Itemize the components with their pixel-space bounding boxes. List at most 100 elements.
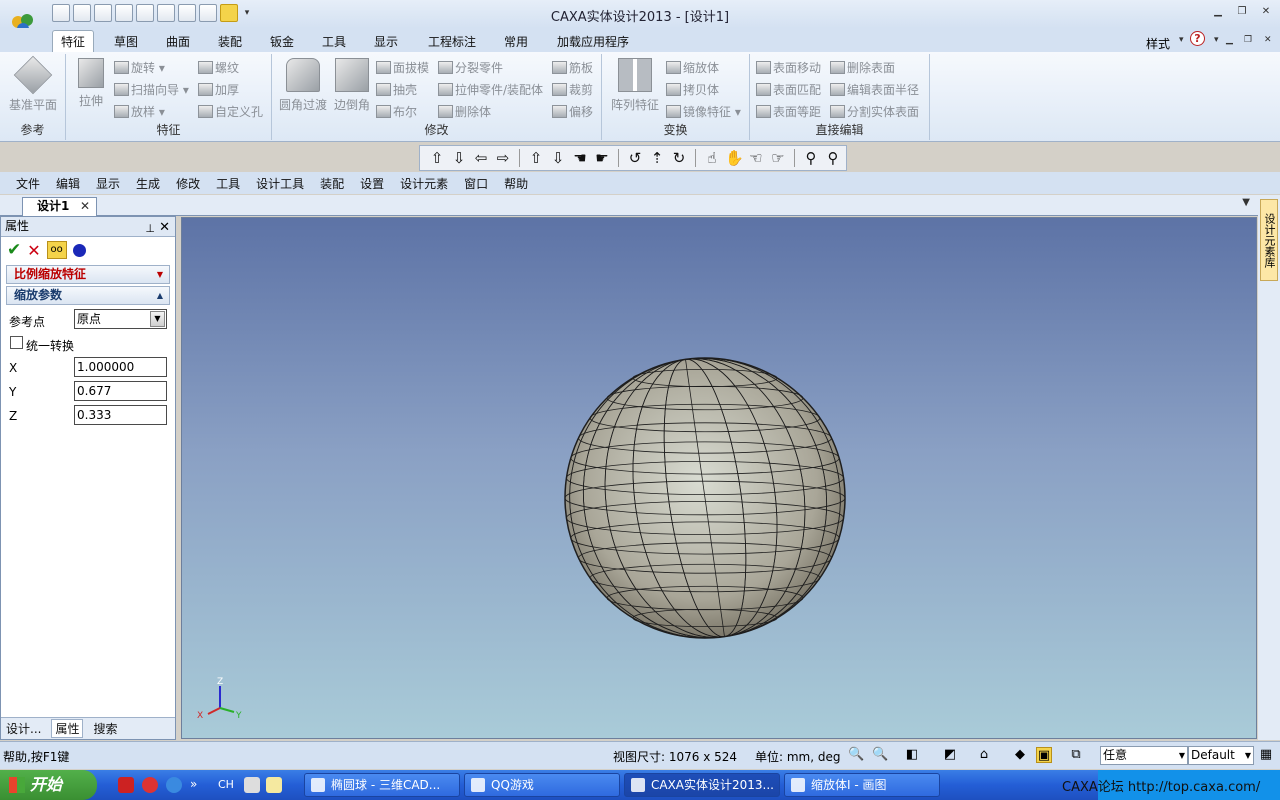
uniform-checkbox[interactable] bbox=[10, 336, 23, 349]
tab-properties[interactable]: 属性 bbox=[51, 719, 84, 738]
close-tab-icon[interactable]: ✕ bbox=[80, 198, 90, 215]
display-option-icon[interactable]: ⧉ bbox=[1068, 747, 1084, 763]
edit-radius-button[interactable]: 编辑表面半径 bbox=[830, 81, 919, 99]
style-dropdown-icon[interactable]: ▾ bbox=[1179, 35, 1184, 45]
hand-right-icon[interactable]: ☛ bbox=[593, 149, 611, 167]
thread-button[interactable]: 螺纹 bbox=[198, 59, 239, 77]
drag-hand-icon[interactable]: ☜ bbox=[747, 149, 765, 167]
rotate-ccw-icon[interactable]: ↺ bbox=[626, 149, 644, 167]
3d-viewport[interactable]: Z X Y bbox=[181, 217, 1257, 739]
grid-icon[interactable]: ▦ bbox=[1258, 747, 1274, 763]
collapse-icon[interactable]: ▼ bbox=[157, 266, 163, 283]
zoom-icon[interactable]: 🔍 bbox=[848, 747, 864, 763]
render-mode-icon[interactable]: ◩ bbox=[942, 747, 958, 763]
sweep-button[interactable]: 扫描向导 ▾ bbox=[114, 81, 189, 99]
offset-face-button[interactable]: 表面等距 bbox=[756, 103, 821, 121]
x-scale-input[interactable]: 1.000000 bbox=[74, 357, 167, 377]
quicklaunch-browser-icon[interactable] bbox=[142, 777, 158, 793]
rib-button[interactable]: 筋板 bbox=[552, 59, 593, 77]
document-tab[interactable]: 设计1 ✕ bbox=[22, 197, 97, 216]
tab-display[interactable]: 显示 bbox=[374, 33, 398, 50]
doc-restore-button[interactable]: ❐ bbox=[1244, 35, 1252, 45]
more-chevron-icon[interactable]: » bbox=[190, 777, 200, 793]
menu-generate[interactable]: 生成 bbox=[136, 175, 160, 192]
minimize-button[interactable]: ▁ bbox=[1211, 6, 1225, 19]
pointer-hand-icon[interactable]: ☝ bbox=[703, 149, 721, 167]
shading-icon[interactable]: ▣ bbox=[1036, 747, 1052, 763]
filter-alt-icon[interactable]: ⚲ bbox=[824, 149, 842, 167]
filter-icon[interactable]: ⚲ bbox=[802, 149, 820, 167]
extrude-button[interactable]: 拉伸 bbox=[74, 58, 108, 109]
arrow-down-icon[interactable]: ⇩ bbox=[450, 149, 468, 167]
wireframe-sphere[interactable] bbox=[563, 356, 847, 640]
params-section-header[interactable]: 缩放参数 ▲ bbox=[6, 286, 170, 305]
tab-search[interactable]: 搜索 bbox=[93, 720, 117, 737]
pattern-feature-button[interactable]: 阵列特征 bbox=[608, 58, 662, 113]
menu-window[interactable]: 窗口 bbox=[464, 175, 488, 192]
datum-plane-button[interactable]: 基准平面 bbox=[4, 55, 62, 113]
draft-button[interactable]: 面拔模 bbox=[376, 59, 429, 77]
arrow-up-icon[interactable]: ⇧ bbox=[428, 149, 446, 167]
loft-button[interactable]: 放样 ▾ bbox=[114, 103, 165, 121]
start-button[interactable]: 开始 bbox=[0, 770, 97, 800]
arrow-right-icon[interactable]: ⇨ bbox=[494, 149, 512, 167]
taskbar-item-active[interactable]: CAXA实体设计2013... bbox=[624, 773, 780, 797]
fillet-button[interactable]: 圆角过渡 bbox=[278, 58, 328, 113]
boolean-button[interactable]: 布尔 bbox=[376, 103, 417, 121]
rotate-up-icon[interactable]: ⇡ bbox=[648, 149, 666, 167]
preview-glasses-icon[interactable]: oo bbox=[46, 241, 67, 259]
pinch-hand-icon[interactable]: ☞ bbox=[769, 149, 787, 167]
delete-face-button[interactable]: 删除表面 bbox=[830, 59, 895, 77]
scheme-select[interactable]: Default ▼ bbox=[1188, 746, 1254, 765]
menu-display[interactable]: 显示 bbox=[96, 175, 120, 192]
tab-addins[interactable]: 加载应用程序 bbox=[557, 33, 629, 50]
tab-list-dropdown-icon[interactable]: ▼ bbox=[1242, 197, 1250, 208]
menu-design-elements[interactable]: 设计元素 bbox=[400, 175, 448, 192]
move-up-icon[interactable]: ⇧ bbox=[527, 149, 545, 167]
menu-design-tools[interactable]: 设计工具 bbox=[256, 175, 304, 192]
menu-tools[interactable]: 工具 bbox=[216, 175, 240, 192]
tab-sketch[interactable]: 草图 bbox=[114, 33, 138, 50]
collapse-up-icon[interactable]: ▲ bbox=[157, 287, 163, 304]
tab-sheet-metal[interactable]: 钣金 bbox=[270, 33, 294, 50]
ie-icon[interactable] bbox=[166, 777, 182, 793]
design-element-library-tab[interactable]: 设计元素库 bbox=[1260, 199, 1278, 281]
doc-minimize-button[interactable]: ▁ bbox=[1226, 35, 1233, 45]
revolve-button[interactable]: 旋转 ▾ bbox=[114, 59, 165, 77]
tab-common[interactable]: 常用 bbox=[504, 33, 528, 50]
ime-help-icon[interactable] bbox=[266, 777, 282, 793]
move-face-button[interactable]: 表面移动 bbox=[756, 59, 821, 77]
style-menu[interactable]: 样式 bbox=[1146, 35, 1170, 52]
mirror-feature-button[interactable]: 镜像特征 ▾ bbox=[666, 103, 741, 121]
chamfer-button[interactable]: 边倒角 bbox=[330, 58, 374, 113]
tab-design-tree[interactable]: 设计... bbox=[6, 720, 41, 737]
tab-annotation[interactable]: 工程标注 bbox=[428, 33, 476, 50]
tab-surface[interactable]: 曲面 bbox=[166, 33, 190, 50]
delete-body-button[interactable]: 删除体 bbox=[438, 103, 491, 121]
feature-title-bar[interactable]: 比例缩放特征 ▼ bbox=[6, 265, 170, 284]
grab-hand-icon[interactable]: ✋ bbox=[725, 149, 744, 167]
restore-button[interactable]: ❐ bbox=[1235, 6, 1249, 19]
menu-assembly[interactable]: 装配 bbox=[320, 175, 344, 192]
ime-indicator[interactable]: CH bbox=[218, 778, 234, 791]
ref-point-select[interactable]: 原点 ▼ bbox=[74, 309, 167, 329]
camera-icon[interactable]: ⌂ bbox=[976, 747, 992, 763]
taskbar-item[interactable]: QQ游戏 bbox=[464, 773, 620, 797]
close-button[interactable]: ✕ bbox=[1259, 6, 1273, 19]
taskbar-item[interactable]: 椭圆球 - 三维CAD... bbox=[304, 773, 460, 797]
split-solid-face-button[interactable]: 分割实体表面 bbox=[830, 103, 919, 121]
material-icon[interactable]: ◆ bbox=[1012, 747, 1028, 763]
taskbar-item[interactable]: 缩放体I - 画图 bbox=[784, 773, 940, 797]
arrow-left-icon[interactable]: ⇦ bbox=[472, 149, 490, 167]
cancel-x-icon[interactable]: ✕ bbox=[27, 241, 40, 260]
rotate-cw-icon[interactable]: ↻ bbox=[670, 149, 688, 167]
menu-edit[interactable]: 编辑 bbox=[56, 175, 80, 192]
tab-feature[interactable]: 特征 bbox=[52, 30, 95, 52]
y-scale-input[interactable]: 0.677 bbox=[74, 381, 167, 401]
continue-dot-icon[interactable] bbox=[72, 243, 86, 257]
pin-icon[interactable]: ⊥ bbox=[145, 219, 155, 238]
help-icon[interactable]: ? bbox=[1190, 31, 1205, 46]
keyboard-icon[interactable] bbox=[244, 777, 260, 793]
offset-button[interactable]: 偏移 bbox=[552, 103, 593, 121]
menu-file[interactable]: 文件 bbox=[16, 175, 40, 192]
